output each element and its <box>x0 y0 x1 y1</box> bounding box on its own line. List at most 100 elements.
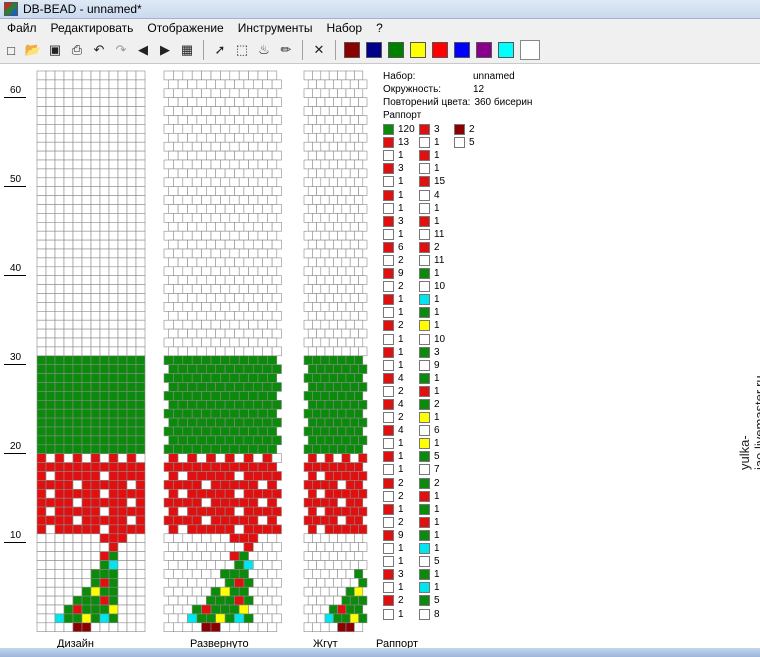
bead[interactable] <box>54 488 65 499</box>
bead[interactable] <box>99 79 110 90</box>
bead[interactable] <box>191 551 202 561</box>
bead[interactable] <box>358 222 368 232</box>
bead[interactable] <box>135 275 146 285</box>
bead[interactable] <box>108 408 119 419</box>
bead[interactable] <box>72 364 83 374</box>
bead[interactable] <box>36 204 47 214</box>
bead[interactable] <box>177 222 188 232</box>
bead[interactable] <box>99 311 110 321</box>
bead[interactable] <box>271 204 282 214</box>
bead[interactable] <box>333 346 343 357</box>
bead[interactable] <box>173 444 184 454</box>
bead[interactable] <box>267 391 278 401</box>
bead[interactable] <box>307 595 317 606</box>
bead[interactable] <box>220 426 231 437</box>
bead[interactable] <box>215 506 226 517</box>
bead[interactable] <box>135 417 146 428</box>
bead[interactable] <box>45 177 56 188</box>
bead[interactable] <box>220 213 231 223</box>
bead[interactable] <box>234 399 245 410</box>
bead[interactable] <box>267 569 278 579</box>
bead[interactable] <box>345 569 355 579</box>
bead[interactable] <box>45 337 56 348</box>
bead[interactable] <box>54 248 65 259</box>
bead[interactable] <box>72 551 83 561</box>
bead[interactable] <box>63 195 74 205</box>
bead[interactable] <box>220 88 231 98</box>
bead[interactable] <box>243 346 254 357</box>
bead[interactable] <box>224 577 235 588</box>
bead[interactable] <box>126 257 137 268</box>
bead[interactable] <box>253 186 264 196</box>
bead[interactable] <box>117 132 128 143</box>
bead[interactable] <box>99 417 110 428</box>
bead[interactable] <box>345 533 355 543</box>
bead[interactable] <box>243 595 254 606</box>
bead[interactable] <box>328 426 338 437</box>
bead[interactable] <box>45 444 56 454</box>
bead[interactable] <box>238 586 249 597</box>
bead[interactable] <box>320 70 330 81</box>
bead[interactable] <box>307 399 317 410</box>
bead[interactable] <box>72 328 83 339</box>
bead[interactable] <box>224 239 235 250</box>
bead[interactable] <box>215 595 226 606</box>
bead[interactable] <box>117 141 128 152</box>
bead[interactable] <box>316 311 326 321</box>
bead[interactable] <box>36 488 47 499</box>
bead[interactable] <box>182 604 193 615</box>
bead[interactable] <box>303 426 313 437</box>
bead[interactable] <box>168 435 179 446</box>
bead[interactable] <box>81 230 92 241</box>
bead[interactable] <box>177 524 188 535</box>
bead[interactable] <box>108 444 119 454</box>
bead[interactable] <box>63 622 74 632</box>
bead[interactable] <box>201 604 212 615</box>
bead[interactable] <box>108 70 119 81</box>
bead[interactable] <box>173 159 184 170</box>
bead[interactable] <box>267 408 278 419</box>
bead[interactable] <box>238 569 249 579</box>
bead[interactable] <box>248 391 259 401</box>
bead[interactable] <box>238 213 249 223</box>
bead[interactable] <box>262 453 273 463</box>
bead[interactable] <box>243 577 254 588</box>
bead[interactable] <box>191 106 202 116</box>
bead[interactable] <box>238 515 249 526</box>
bead[interactable] <box>126 391 137 401</box>
bead[interactable] <box>243 239 254 250</box>
bead[interactable] <box>307 613 317 624</box>
bead[interactable] <box>54 124 65 134</box>
bead[interactable] <box>267 124 278 134</box>
bead[interactable] <box>271 275 282 285</box>
bead[interactable] <box>303 408 313 419</box>
bead[interactable] <box>303 266 313 277</box>
bead[interactable] <box>72 355 83 365</box>
bead[interactable] <box>117 444 128 454</box>
bead[interactable] <box>54 319 65 330</box>
bead[interactable] <box>253 239 264 250</box>
bead[interactable] <box>135 551 146 561</box>
bead[interactable] <box>271 506 282 517</box>
bead[interactable] <box>54 159 65 170</box>
bead[interactable] <box>229 70 240 81</box>
bead[interactable] <box>135 533 146 543</box>
bead[interactable] <box>191 230 202 241</box>
bead[interactable] <box>354 230 364 241</box>
bead[interactable] <box>117 533 128 543</box>
bead[interactable] <box>63 159 74 170</box>
bead[interactable] <box>45 408 56 419</box>
bead[interactable] <box>262 204 273 214</box>
bead[interactable] <box>345 106 355 116</box>
bead[interactable] <box>54 239 65 250</box>
bead[interactable] <box>163 88 174 98</box>
bead[interactable] <box>90 373 101 383</box>
bead[interactable] <box>337 337 347 348</box>
bead[interactable] <box>312 70 322 81</box>
bead[interactable] <box>191 462 202 472</box>
bead[interactable] <box>229 106 240 116</box>
bead[interactable] <box>54 141 65 152</box>
bead[interactable] <box>117 186 128 196</box>
bead[interactable] <box>224 382 235 392</box>
bead[interactable] <box>253 311 264 321</box>
